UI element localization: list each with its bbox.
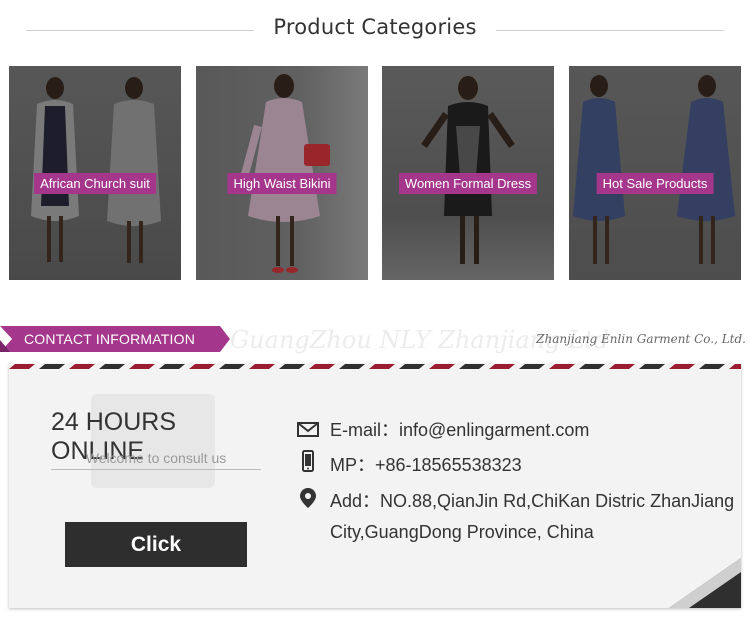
email-text[interactable]: E-mail：info@enlingarment.com (330, 416, 589, 442)
welcome-text: Welcome to consult us (85, 450, 227, 466)
mobile-phone-icon (302, 450, 314, 472)
click-button[interactable]: Click (65, 522, 247, 567)
location-pin-icon (300, 488, 316, 508)
contact-information-band: GuangZhou NLY Zhanjiang Ltd CONTACT INFO… (0, 324, 750, 354)
category-tile-african-church-suit[interactable]: African Church suit (9, 66, 181, 280)
section-title: Product Categories (273, 15, 477, 39)
header-divider-right (496, 30, 724, 31)
category-label: Women Formal Dress (398, 173, 538, 194)
product-categories-header: Product Categories (0, 0, 750, 60)
category-tile-hot-sale-products[interactable]: Hot Sale Products (569, 66, 741, 280)
contact-card: 24 HOURS ONLINE Welcome to consult us Cl… (9, 364, 741, 608)
category-tile-high-waist-bikini[interactable]: High Waist Bikini (196, 66, 368, 280)
phone-text[interactable]: MP：+86-18565538323 (330, 451, 522, 477)
address-line-1: Add：NO.88,QianJin Rd,ChiKan Distric Zhan… (330, 491, 735, 511)
envelope-icon (297, 422, 319, 437)
category-label: Hot Sale Products (596, 173, 714, 194)
category-tile-women-formal-dress[interactable]: Women Formal Dress (382, 66, 554, 280)
category-grid: African Church suit High Waist Bikini Wo… (0, 66, 750, 280)
category-label: High Waist Bikini (227, 173, 337, 194)
company-name: Zhanjiang Enlin Garment Co., Ltd. (536, 332, 746, 346)
address-line-2: City,GuangDong Province, China (330, 522, 594, 542)
corner-decoration (669, 558, 741, 608)
airmail-stripe-border (9, 364, 741, 369)
contact-tag-label: CONTACT INFORMATION (24, 331, 196, 347)
category-label: African Church suit (34, 173, 156, 194)
